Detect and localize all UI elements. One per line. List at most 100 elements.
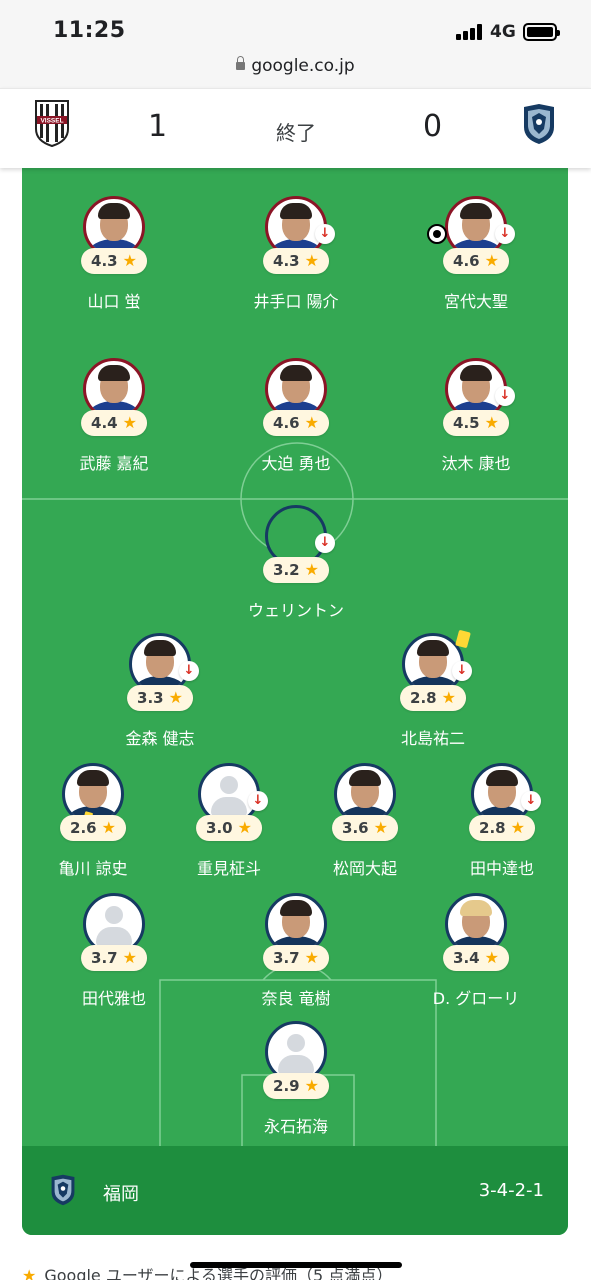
player-card[interactable]: 4.6 ★ 大迫 勇也 [216, 358, 376, 473]
rating-value: 3.2 [273, 561, 300, 579]
player-card[interactable]: ↓ 3.2 ★ ウェリントン [216, 505, 376, 620]
player-name: ウェリントン [247, 601, 344, 620]
player-name: 山口 蛍 [87, 292, 141, 311]
rating-value: 3.7 [91, 949, 118, 967]
player-card[interactable]: ↓ 4.6 ★ 宮代大聖 [396, 196, 556, 311]
player-rating: 2.8 ★ [400, 685, 466, 711]
player-card[interactable]: ↓ 4.3 ★ 井手口 陽介 [216, 196, 376, 311]
player-name: 井手口 陽介 [253, 292, 339, 311]
star-icon: ★ [101, 818, 116, 837]
substitution-arrow-icon: ↓ [315, 224, 335, 244]
player-name: 北島祐二 [400, 729, 465, 748]
player-name: 大迫 勇也 [261, 454, 331, 473]
team-footer[interactable]: 福岡 3-4-2-1 [22, 1146, 568, 1235]
home-indicator[interactable] [190, 1262, 402, 1268]
star-icon: ★ [237, 818, 252, 837]
substitution-arrow-icon: ↓ [452, 661, 472, 681]
match-status: 終了 [276, 121, 316, 145]
player-rating: 2.9 ★ [263, 1073, 329, 1099]
player-rating: 2.8 ★ [469, 815, 535, 841]
player-rating: 4.5 ★ [443, 410, 509, 436]
player-rating: 3.0 ★ [196, 815, 262, 841]
star-icon: ★ [122, 948, 137, 967]
star-icon: ★ [304, 1076, 319, 1095]
player-card[interactable]: 4.4 ★ 武藤 嘉紀 [34, 358, 194, 473]
star-icon: ★ [304, 560, 319, 579]
rating-value: 2.8 [410, 689, 437, 707]
home-score: 1 [148, 109, 168, 144]
substitution-arrow-icon: ↓ [248, 791, 268, 811]
star-icon: ★ [168, 688, 183, 707]
avispa-fukuoka-crest-icon [51, 1174, 75, 1206]
rating-value: 4.3 [91, 252, 118, 270]
rating-value: 2.6 [70, 819, 97, 837]
player-name: 松岡大起 [332, 859, 397, 878]
player-rating: 3.7 ★ [263, 945, 329, 971]
rating-value: 3.4 [453, 949, 480, 967]
player-card[interactable]: 3.7 ★ 田代雅也 [34, 893, 194, 1008]
star-icon: ★ [122, 251, 137, 270]
player-card[interactable]: 3.6 ★ 松岡大起 [285, 763, 445, 878]
rating-value: 3.3 [137, 689, 164, 707]
substitution-arrow-icon: ↓ [521, 791, 541, 811]
away-score: 0 [423, 109, 443, 144]
soccer-ball-icon [427, 224, 447, 244]
player-rating: 4.6 ★ [443, 248, 509, 274]
rating-value: 3.0 [206, 819, 233, 837]
player-card[interactable]: ↓ 3.3 ★ 金森 健志 [80, 633, 240, 748]
player-name: 田代雅也 [81, 989, 146, 1008]
star-icon: ★ [22, 1266, 37, 1280]
vissel-kobe-crest-icon[interactable]: VISSEL [33, 99, 71, 147]
signal-icon [456, 24, 484, 40]
player-card[interactable]: 4.3 ★ 山口 蛍 [34, 196, 194, 311]
lineup-pitch: 4.3 ★ 山口 蛍 ↓ 4.3 ★ 井手口 陽介 ↓ 4.6 ★ 宮代大聖 4.4 ★ 武藤 嘉紀 4.6… [22, 160, 568, 1235]
player-card[interactable]: 3.4 ★ D. グローリ [396, 893, 556, 1008]
star-icon: ★ [304, 413, 319, 432]
player-name: 汰木 康也 [441, 454, 511, 473]
rating-value: 3.6 [342, 819, 369, 837]
player-name: D. グローリ [432, 989, 520, 1008]
crest-text: VISSEL [40, 118, 63, 125]
player-card[interactable]: ↓ 2.8 ★ 田中達也 [422, 763, 568, 878]
player-rating: 3.7 ★ [81, 945, 147, 971]
substitution-arrow-icon: ↓ [495, 224, 515, 244]
status-bar: 11:25 4G [0, 0, 591, 56]
player-card[interactable]: ↓ 2.8 ★ 北島祐二 [353, 629, 513, 748]
yellow-card-icon [455, 629, 471, 649]
player-name: 永石拓海 [263, 1117, 328, 1136]
player-card[interactable]: ↓ 4.5 ★ 汰木 康也 [396, 358, 556, 473]
player-rating: 4.4 ★ [81, 410, 147, 436]
address-bar[interactable]: google.co.jp [0, 50, 591, 88]
footnote-text: Google ユーザーによる選手の評価（5 点満点） [44, 1266, 393, 1280]
player-rating: 2.6 ★ [60, 815, 126, 841]
player-rating: 4.3 ★ [81, 248, 147, 274]
player-rating: 4.3 ★ [263, 248, 329, 274]
rating-value: 4.4 [91, 414, 118, 432]
star-icon: ★ [484, 948, 499, 967]
rating-value: 4.5 [453, 414, 480, 432]
star-icon: ★ [122, 413, 137, 432]
player-name: 金森 健志 [125, 729, 195, 748]
status-time: 11:25 [53, 18, 126, 43]
substitution-arrow-icon: ↓ [495, 386, 515, 406]
lock-icon [236, 56, 246, 70]
battery-icon [523, 23, 560, 41]
star-icon: ★ [373, 818, 388, 837]
network-type: 4G [490, 22, 516, 42]
rating-value: 2.8 [479, 819, 506, 837]
player-name: 田中達也 [469, 859, 534, 878]
rating-value: 4.6 [453, 252, 480, 270]
star-icon: ★ [304, 948, 319, 967]
substitution-arrow-icon: ↓ [315, 533, 335, 553]
team-name: 福岡 [103, 1184, 139, 1205]
player-card[interactable]: 2.9 ★ 永石拓海 [216, 1021, 376, 1136]
player-rating: 4.6 ★ [263, 410, 329, 436]
avispa-fukuoka-crest-icon[interactable] [522, 103, 556, 145]
player-rating: 3.3 ★ [127, 685, 193, 711]
player-rating: 3.6 ★ [332, 815, 398, 841]
team-formation: 3-4-2-1 [478, 1180, 544, 1201]
player-card[interactable]: 3.7 ★ 奈良 竜樹 [216, 893, 376, 1008]
star-icon: ★ [441, 688, 456, 707]
url-text: google.co.jp [251, 56, 355, 76]
star-icon: ★ [484, 413, 499, 432]
